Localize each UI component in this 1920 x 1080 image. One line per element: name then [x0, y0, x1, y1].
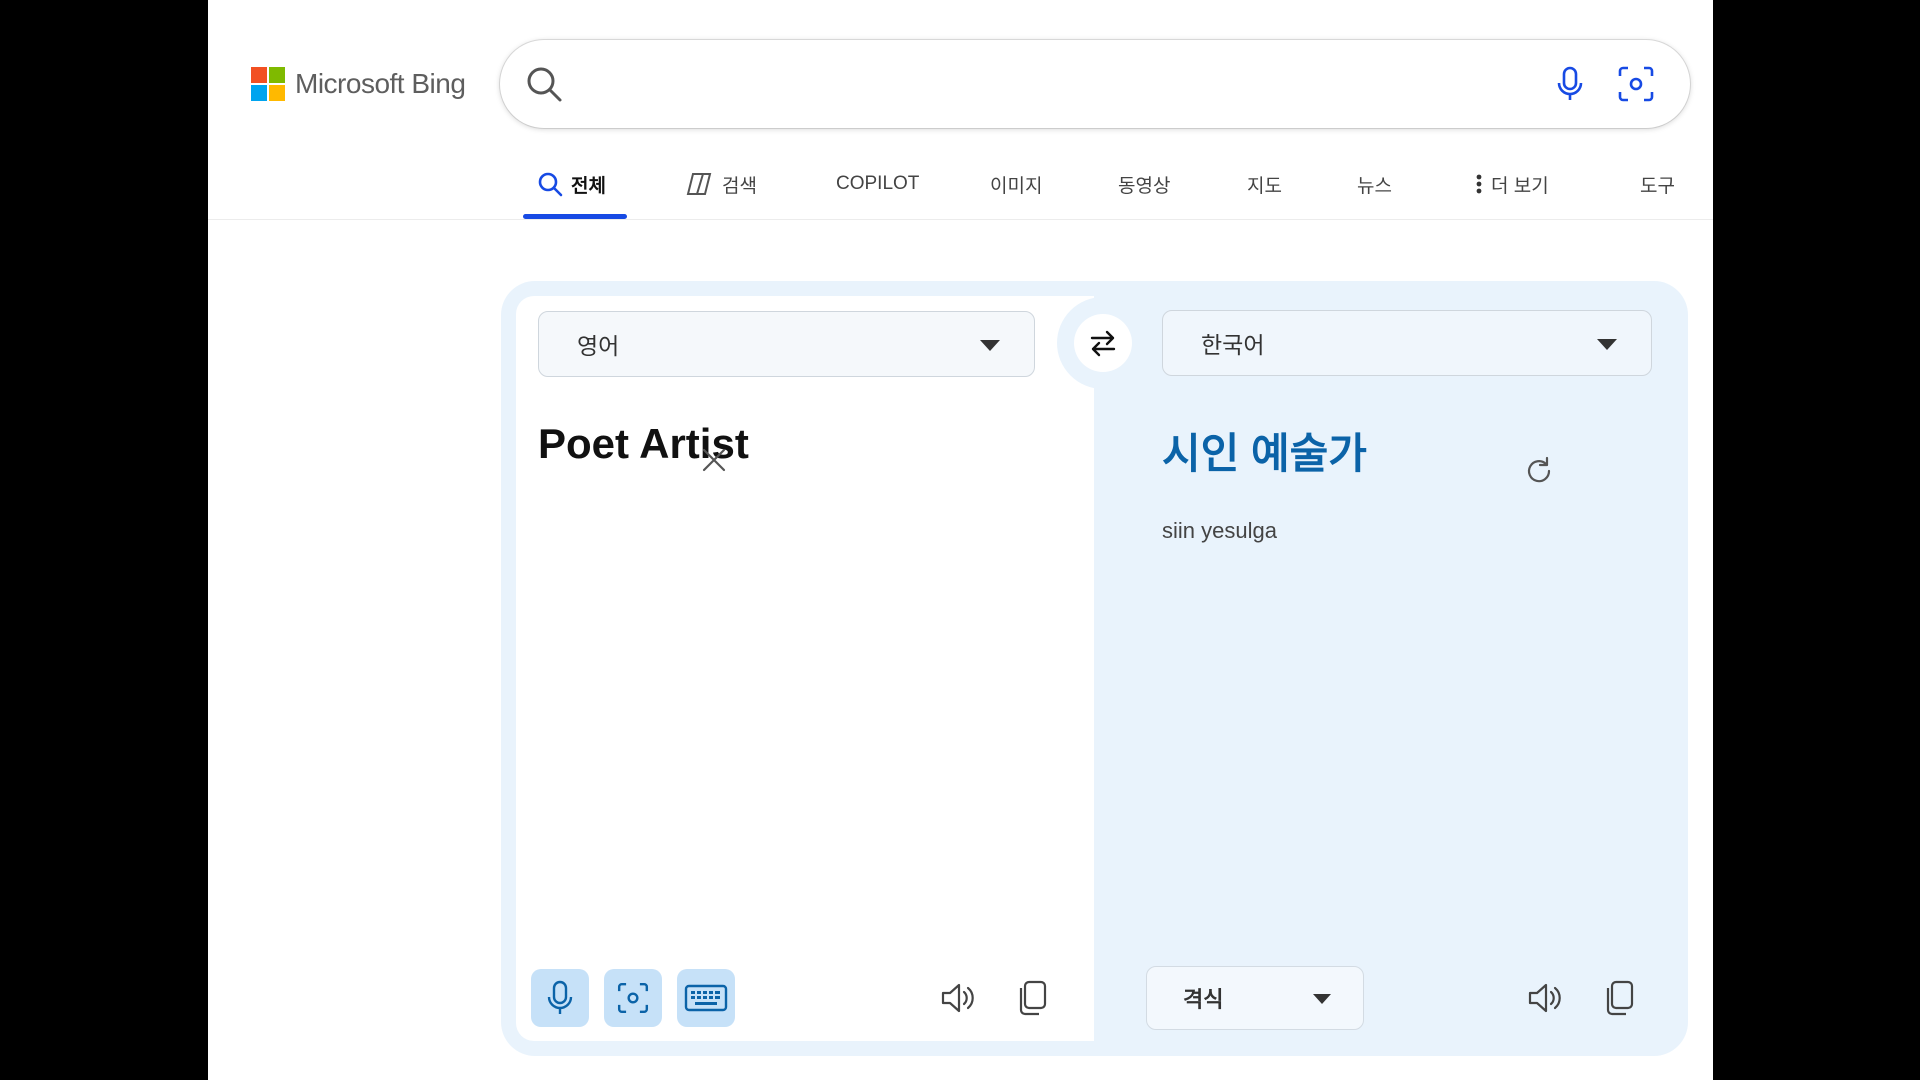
swap-icon: [1090, 330, 1116, 357]
tab-search[interactable]: 검색: [684, 164, 757, 204]
swap-languages-button[interactable]: [1074, 314, 1132, 372]
close-icon: [702, 448, 726, 472]
microphone-icon[interactable]: [1550, 64, 1590, 104]
tone-select[interactable]: 격식: [1146, 966, 1364, 1030]
active-tab-indicator: [523, 214, 627, 219]
search-box[interactable]: [500, 40, 1690, 128]
target-speak-button[interactable]: [1523, 976, 1567, 1020]
speaker-icon: [1528, 983, 1561, 1013]
target-language-select[interactable]: 한국어: [1162, 310, 1652, 376]
copilot-icon: [686, 173, 712, 195]
source-copy-button[interactable]: [1010, 976, 1054, 1020]
translator-card: 영어 Poet Artist 한국어 시인 예술가 siin yesulga 격…: [501, 281, 1688, 1056]
tab-maps[interactable]: 지도: [1247, 164, 1282, 204]
source-language-label: 영어: [577, 333, 620, 359]
source-language-select[interactable]: 영어: [538, 311, 1035, 377]
tab-label: 지도: [1247, 175, 1282, 197]
tab-images[interactable]: 이미지: [990, 164, 1042, 204]
tab-more[interactable]: 더 보기: [1475, 164, 1549, 204]
tab-tools[interactable]: 도구: [1640, 164, 1675, 204]
translated-text: 시인 예술가: [1162, 430, 1367, 477]
tab-news[interactable]: 뉴스: [1357, 164, 1392, 204]
copy-icon: [1606, 980, 1634, 1016]
chevron-down-icon: [980, 340, 1000, 351]
bing-page: Microsoft Bing 전체 검색 COPILOT 이미지 동영상 지도 …: [208, 0, 1713, 1080]
speaker-icon: [941, 983, 974, 1013]
keyboard-button[interactable]: [677, 969, 735, 1027]
refresh-icon: [1527, 456, 1551, 483]
tab-label: COPILOT: [836, 173, 920, 194]
tab-label: 뉴스: [1357, 175, 1392, 197]
source-speak-button[interactable]: [936, 976, 980, 1020]
keyboard-icon: [684, 984, 728, 1012]
refresh-translation-button[interactable]: [1522, 454, 1558, 490]
visual-search-icon: [617, 982, 649, 1014]
tab-all[interactable]: 전체: [537, 164, 606, 204]
target-language-label: 한국어: [1201, 332, 1265, 358]
tab-videos[interactable]: 동영상: [1118, 164, 1170, 204]
chevron-down-icon: [1313, 994, 1331, 1004]
search-icon[interactable]: [524, 64, 564, 104]
source-pane: 영어 Poet Artist: [516, 296, 1094, 1041]
camera-input-button[interactable]: [604, 969, 662, 1027]
tab-label: 동영상: [1118, 175, 1171, 197]
transliteration-text: siin yesulga: [1162, 518, 1277, 543]
tab-label: 더 보기: [1491, 175, 1549, 197]
target-copy-button[interactable]: [1597, 976, 1641, 1020]
logo-text: Microsoft Bing: [295, 68, 466, 99]
clear-text-button[interactable]: [697, 443, 731, 477]
tab-copilot[interactable]: COPILOT: [836, 164, 919, 204]
search-icon: [538, 172, 563, 197]
more-vertical-icon: [1476, 174, 1482, 194]
search-scope-tabs: 전체 검색 COPILOT 이미지 동영상 지도 뉴스 더 보기 도구: [208, 150, 1713, 220]
visual-search-icon[interactable]: [1614, 62, 1658, 106]
chevron-down-icon: [1597, 339, 1617, 350]
microphone-icon: [547, 980, 573, 1014]
tab-label: 도구: [1640, 175, 1675, 197]
tab-label: 전체: [571, 175, 606, 197]
tab-label: 검색: [722, 175, 757, 197]
swap-button-container: [1057, 297, 1149, 389]
copy-icon: [1019, 980, 1047, 1016]
bing-logo[interactable]: Microsoft Bing: [251, 66, 466, 102]
microsoft-logo-icon: [251, 67, 285, 101]
microphone-button[interactable]: [531, 969, 589, 1027]
tone-label: 격식: [1183, 987, 1224, 1012]
tab-label: 이미지: [990, 175, 1043, 197]
